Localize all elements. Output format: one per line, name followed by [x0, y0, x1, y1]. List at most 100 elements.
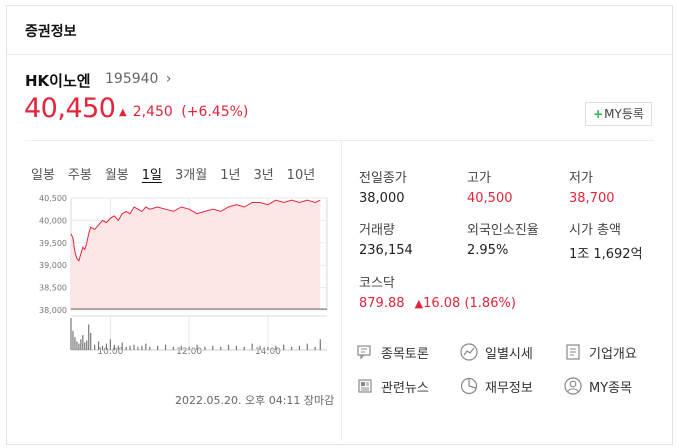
- stat-value: 38,700: [569, 191, 615, 206]
- volume-bar: [243, 346, 245, 350]
- volume-bar: [283, 344, 285, 350]
- stat-label: 고가: [467, 171, 491, 186]
- pie-icon: [459, 376, 479, 396]
- intraday-price-chart: 40,50040,00039,50039,00038,50038,00010:0…: [39, 194, 328, 354]
- volume-bar: [90, 332, 92, 350]
- change-percent: (+6.45%): [181, 104, 249, 120]
- volume-bar: [204, 346, 206, 350]
- volume-bar: [157, 345, 159, 350]
- index-stat: 코스닥 879.88 ▲16.08 (1.86%): [359, 272, 516, 311]
- volume-bar: [82, 335, 84, 350]
- stat-value: 1조 1,692억: [569, 247, 643, 262]
- volume-bar: [117, 345, 119, 350]
- period-tab-6[interactable]: 3년: [253, 164, 273, 183]
- volume-bar: [141, 345, 143, 350]
- up-arrow-icon: ▲: [119, 107, 127, 118]
- stat-3: 거래량 236,154: [359, 219, 469, 258]
- change-amount: 2,450: [132, 104, 173, 120]
- stat-label: 전일종가: [359, 171, 407, 186]
- volume-bar: [84, 342, 86, 350]
- volume-bar: [70, 318, 72, 350]
- stock-code-link[interactable]: 195940 ›: [105, 71, 172, 87]
- stat-4: 외국인소진율 2.95%: [467, 219, 577, 258]
- volume-bar: [74, 337, 76, 350]
- stat-1: 고가 40,500: [467, 167, 577, 206]
- link-trend[interactable]: 일별시세: [459, 342, 533, 362]
- link-pie[interactable]: 재무정보: [459, 376, 533, 396]
- volume-bar: [137, 346, 139, 350]
- y-tick-label: 38,000: [39, 306, 67, 315]
- period-tab-0[interactable]: 일봉: [31, 164, 55, 183]
- trend-icon: [459, 342, 479, 362]
- volume-bar: [94, 344, 96, 350]
- period-tab-7[interactable]: 10년: [287, 164, 316, 183]
- volume-bar: [125, 346, 127, 350]
- document-icon: [563, 342, 583, 362]
- divider: [7, 54, 672, 55]
- volume-bar: [109, 339, 111, 350]
- market-close-timestamp: 2022.05.20. 오후 04:11 장마감: [175, 394, 335, 407]
- column-divider: [341, 141, 342, 441]
- index-change: 16.08 (1.86%): [423, 296, 516, 311]
- volume-bar: [145, 343, 147, 350]
- y-tick-label: 40,000: [39, 216, 67, 225]
- add-my-stock-button[interactable]: +MY등록: [585, 102, 652, 126]
- volume-bar: [290, 346, 293, 350]
- stat-5: 시가 총액 1조 1,692억: [569, 219, 679, 262]
- index-value: 879.88: [359, 296, 405, 311]
- stat-value: 40,500: [467, 191, 513, 206]
- stat-value: 2.95%: [467, 243, 509, 258]
- volume-bar: [149, 346, 151, 350]
- stock-name[interactable]: HK이노엔: [25, 70, 91, 91]
- volume-bar: [97, 341, 100, 350]
- link-label: 종목토론: [381, 346, 429, 362]
- card-title: 증권정보: [25, 24, 77, 40]
- plus-icon: +: [593, 107, 604, 121]
- volume-bar: [78, 343, 80, 350]
- link-news[interactable]: 관련뉴스: [355, 376, 429, 396]
- add-my-stock-label: MY등록: [604, 107, 644, 121]
- stat-label: 저가: [569, 171, 593, 186]
- volume-bar: [227, 344, 230, 350]
- link-label: 일별시세: [485, 346, 533, 362]
- period-tab-5[interactable]: 1년: [220, 164, 240, 183]
- y-tick-label: 39,000: [39, 261, 67, 270]
- volume-bar: [267, 346, 269, 350]
- volume-bar: [101, 345, 104, 350]
- index-label: 코스닥: [359, 276, 395, 291]
- link-person[interactable]: MY종목: [563, 376, 632, 396]
- volume-bar: [129, 345, 131, 350]
- period-tab-3[interactable]: 1일: [142, 164, 162, 183]
- volume-bar: [72, 330, 74, 350]
- volume-bar: [275, 345, 277, 350]
- volume-bar: [113, 344, 115, 350]
- volume-bar: [298, 345, 301, 350]
- volume-bar: [133, 344, 135, 350]
- chevron-right-icon: ›: [165, 71, 172, 87]
- volume-bar: [188, 346, 190, 350]
- y-tick-label: 40,500: [39, 194, 67, 203]
- link-label: 기업개요: [589, 346, 637, 362]
- up-arrow-icon: ▲: [414, 297, 424, 310]
- y-tick-label: 38,500: [39, 284, 67, 293]
- period-tab-2[interactable]: 월봉: [105, 164, 129, 183]
- current-price: 40,450: [24, 93, 116, 124]
- stat-label: 시가 총액: [569, 223, 621, 238]
- link-label: 관련뉴스: [381, 380, 429, 396]
- period-tab-4[interactable]: 3개월: [175, 164, 207, 183]
- link-document[interactable]: 기업개요: [563, 342, 637, 362]
- stat-label: 거래량: [359, 223, 395, 238]
- volume-bar: [121, 342, 123, 350]
- volume-bar: [180, 345, 182, 350]
- link-chat[interactable]: 종목토론: [355, 342, 429, 362]
- stat-value: 38,000: [359, 191, 405, 206]
- volume-bar: [212, 345, 214, 350]
- volume-bar: [105, 343, 108, 350]
- period-tab-1[interactable]: 주봉: [68, 164, 92, 183]
- stat-value: 236,154: [359, 243, 413, 258]
- period-tabs: 일봉 주봉 월봉 1일 3개월 1년 3년 10년: [31, 164, 328, 183]
- stat-0: 전일종가 38,000: [359, 167, 469, 206]
- stat-2: 저가 38,700: [569, 167, 679, 206]
- stock-code: 195940: [105, 71, 159, 87]
- person-icon: [563, 376, 583, 396]
